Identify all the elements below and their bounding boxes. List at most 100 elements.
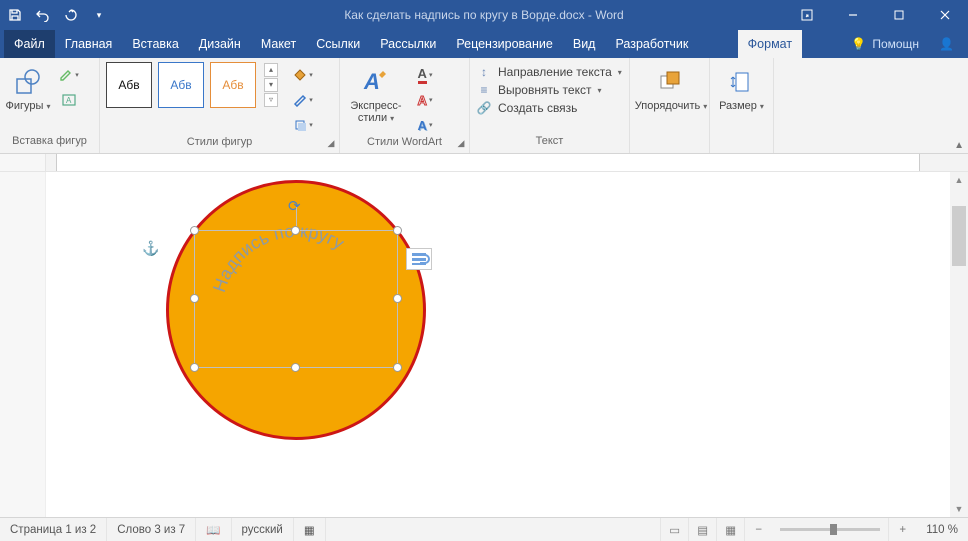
text-direction-icon: ↕ <box>476 65 492 79</box>
gallery-scroll[interactable]: ▴▾▿ <box>264 63 278 108</box>
align-text-label: Выровнять текст <box>498 83 591 97</box>
rotate-handle-icon[interactable]: ⟳ <box>288 197 304 213</box>
page[interactable]: ⚓ Надпись по кругу ⟳ <box>46 172 950 517</box>
scroll-down-icon[interactable]: ▼ <box>950 501 968 517</box>
shapes-icon <box>12 66 44 98</box>
resize-handle[interactable] <box>190 294 199 303</box>
tab-design[interactable]: Дизайн <box>189 30 251 58</box>
tab-file[interactable]: Файл <box>4 30 55 58</box>
shape-fill-icon[interactable] <box>288 64 318 86</box>
tab-home[interactable]: Главная <box>55 30 123 58</box>
anchor-icon[interactable]: ⚓ <box>142 240 159 257</box>
size-button[interactable]: Размер <box>716 62 767 112</box>
arrange-button[interactable]: Упорядочить <box>636 62 706 112</box>
selection-box[interactable]: ⟳ <box>194 230 398 368</box>
group-insert-shapes: Фигуры A Вставка фигур <box>0 58 100 153</box>
minimize-button[interactable] <box>830 0 876 30</box>
web-layout-icon[interactable]: ▦ <box>716 518 744 541</box>
style-preset-3[interactable]: Абв <box>210 62 256 108</box>
text-outline-icon[interactable]: A <box>410 89 440 111</box>
scroll-thumb[interactable] <box>952 206 966 266</box>
edit-shape-icon[interactable] <box>54 64 84 86</box>
document-area: ⚓ Надпись по кругу ⟳ ▲ ▼ <box>0 172 968 517</box>
resize-handle[interactable] <box>190 226 199 235</box>
arrange-label: Упорядочить <box>635 100 707 112</box>
tab-view[interactable]: Вид <box>563 30 606 58</box>
macro-record-button[interactable]: ▦ <box>294 518 326 541</box>
style-preset-2[interactable]: Абв <box>158 62 204 108</box>
tab-developer[interactable]: Разработчик <box>605 30 698 58</box>
tab-references[interactable]: Ссылки <box>306 30 370 58</box>
tab-layout[interactable]: Макет <box>251 30 306 58</box>
tab-insert[interactable]: Вставка <box>122 30 188 58</box>
horizontal-ruler[interactable] <box>0 154 968 172</box>
spellcheck-icon: 📖 <box>206 523 220 537</box>
ribbon-tabs: Файл Главная Вставка Дизайн Макет Ссылки… <box>0 30 968 58</box>
align-text-icon: ≡ <box>476 83 492 97</box>
text-direction-label: Направление текста <box>498 65 612 79</box>
shape-style-gallery[interactable]: Абв Абв Абв ▴▾▿ <box>106 62 278 108</box>
ribbon-display-options-icon[interactable] <box>784 0 830 30</box>
zoom-in-button[interactable]: + <box>888 518 916 541</box>
create-link-label: Создать связь <box>498 101 577 115</box>
collapse-ribbon-icon[interactable]: ▲ <box>954 140 964 151</box>
resize-handle[interactable] <box>393 294 402 303</box>
resize-handle[interactable] <box>291 226 300 235</box>
style-preset-1[interactable]: Абв <box>106 62 152 108</box>
group-arrange: Упорядочить <box>630 58 710 153</box>
ribbon: Фигуры A Вставка фигур Абв Абв Абв ▴▾▿ С… <box>0 58 968 154</box>
tab-format[interactable]: Формат <box>738 30 802 58</box>
shapes-label: Фигуры <box>6 100 51 112</box>
group-shape-styles: Абв Абв Абв ▴▾▿ Стили фигур◢ <box>100 58 340 153</box>
undo-icon[interactable] <box>34 6 52 24</box>
layout-options-button[interactable] <box>406 248 432 270</box>
size-icon <box>726 66 758 98</box>
print-layout-icon[interactable]: ▤ <box>688 518 716 541</box>
document-title: Как сделать надпись по кругу в Ворде.doc… <box>344 8 623 22</box>
resize-handle[interactable] <box>393 226 402 235</box>
align-text-button[interactable]: ≡Выровнять текст▾ <box>476 83 622 97</box>
spellcheck-button[interactable]: 📖 <box>196 518 231 541</box>
wordart-icon: A <box>360 66 392 98</box>
link-icon: 🔗 <box>476 101 492 115</box>
tab-mailings[interactable]: Рассылки <box>370 30 446 58</box>
language-indicator[interactable]: русский <box>232 518 294 541</box>
word-count[interactable]: Слово 3 из 7 <box>107 518 196 541</box>
dialog-launcher-icon[interactable]: ◢ <box>325 138 337 150</box>
maximize-button[interactable] <box>876 0 922 30</box>
text-fill-icon[interactable]: A <box>410 64 440 86</box>
page-indicator[interactable]: Страница 1 из 2 <box>0 518 107 541</box>
shape-outline-icon[interactable] <box>288 89 318 111</box>
quick-styles-button[interactable]: A Экспресс-стили <box>346 62 406 124</box>
scroll-up-icon[interactable]: ▲ <box>950 172 968 188</box>
group-label-text: Текст <box>470 135 629 153</box>
close-button[interactable] <box>922 0 968 30</box>
record-macro-icon: ▦ <box>304 523 315 537</box>
shape-effects-icon[interactable] <box>288 114 318 136</box>
vertical-scrollbar[interactable]: ▲ ▼ <box>950 172 968 517</box>
dialog-launcher-icon[interactable]: ◢ <box>455 138 467 150</box>
window-controls <box>784 0 968 30</box>
quick-access-toolbar: ▾ <box>0 6 114 24</box>
tab-review[interactable]: Рецензирование <box>446 30 563 58</box>
qat-dropdown-icon[interactable]: ▾ <box>90 6 108 24</box>
vertical-ruler[interactable] <box>0 172 46 517</box>
text-direction-button[interactable]: ↕Направление текста▾ <box>476 65 622 79</box>
resize-handle[interactable] <box>190 363 199 372</box>
create-link-button[interactable]: 🔗 Создать связь <box>476 101 622 115</box>
read-mode-icon[interactable]: ▭ <box>660 518 688 541</box>
share-button[interactable]: 👤 <box>929 30 964 58</box>
resize-handle[interactable] <box>393 363 402 372</box>
text-effects-icon[interactable]: A <box>410 114 440 136</box>
zoom-out-button[interactable]: − <box>744 518 772 541</box>
tell-me[interactable]: 💡 Помощн <box>841 30 929 58</box>
save-icon[interactable] <box>6 6 24 24</box>
lightbulb-icon: 💡 <box>851 37 866 51</box>
resize-handle[interactable] <box>291 363 300 372</box>
shapes-button[interactable]: Фигуры <box>6 62 50 112</box>
zoom-level[interactable]: 110 % <box>916 518 968 541</box>
redo-icon[interactable] <box>62 6 80 24</box>
text-box-icon[interactable]: A <box>54 89 84 111</box>
svg-text:A: A <box>363 69 380 94</box>
zoom-slider[interactable] <box>780 528 880 531</box>
